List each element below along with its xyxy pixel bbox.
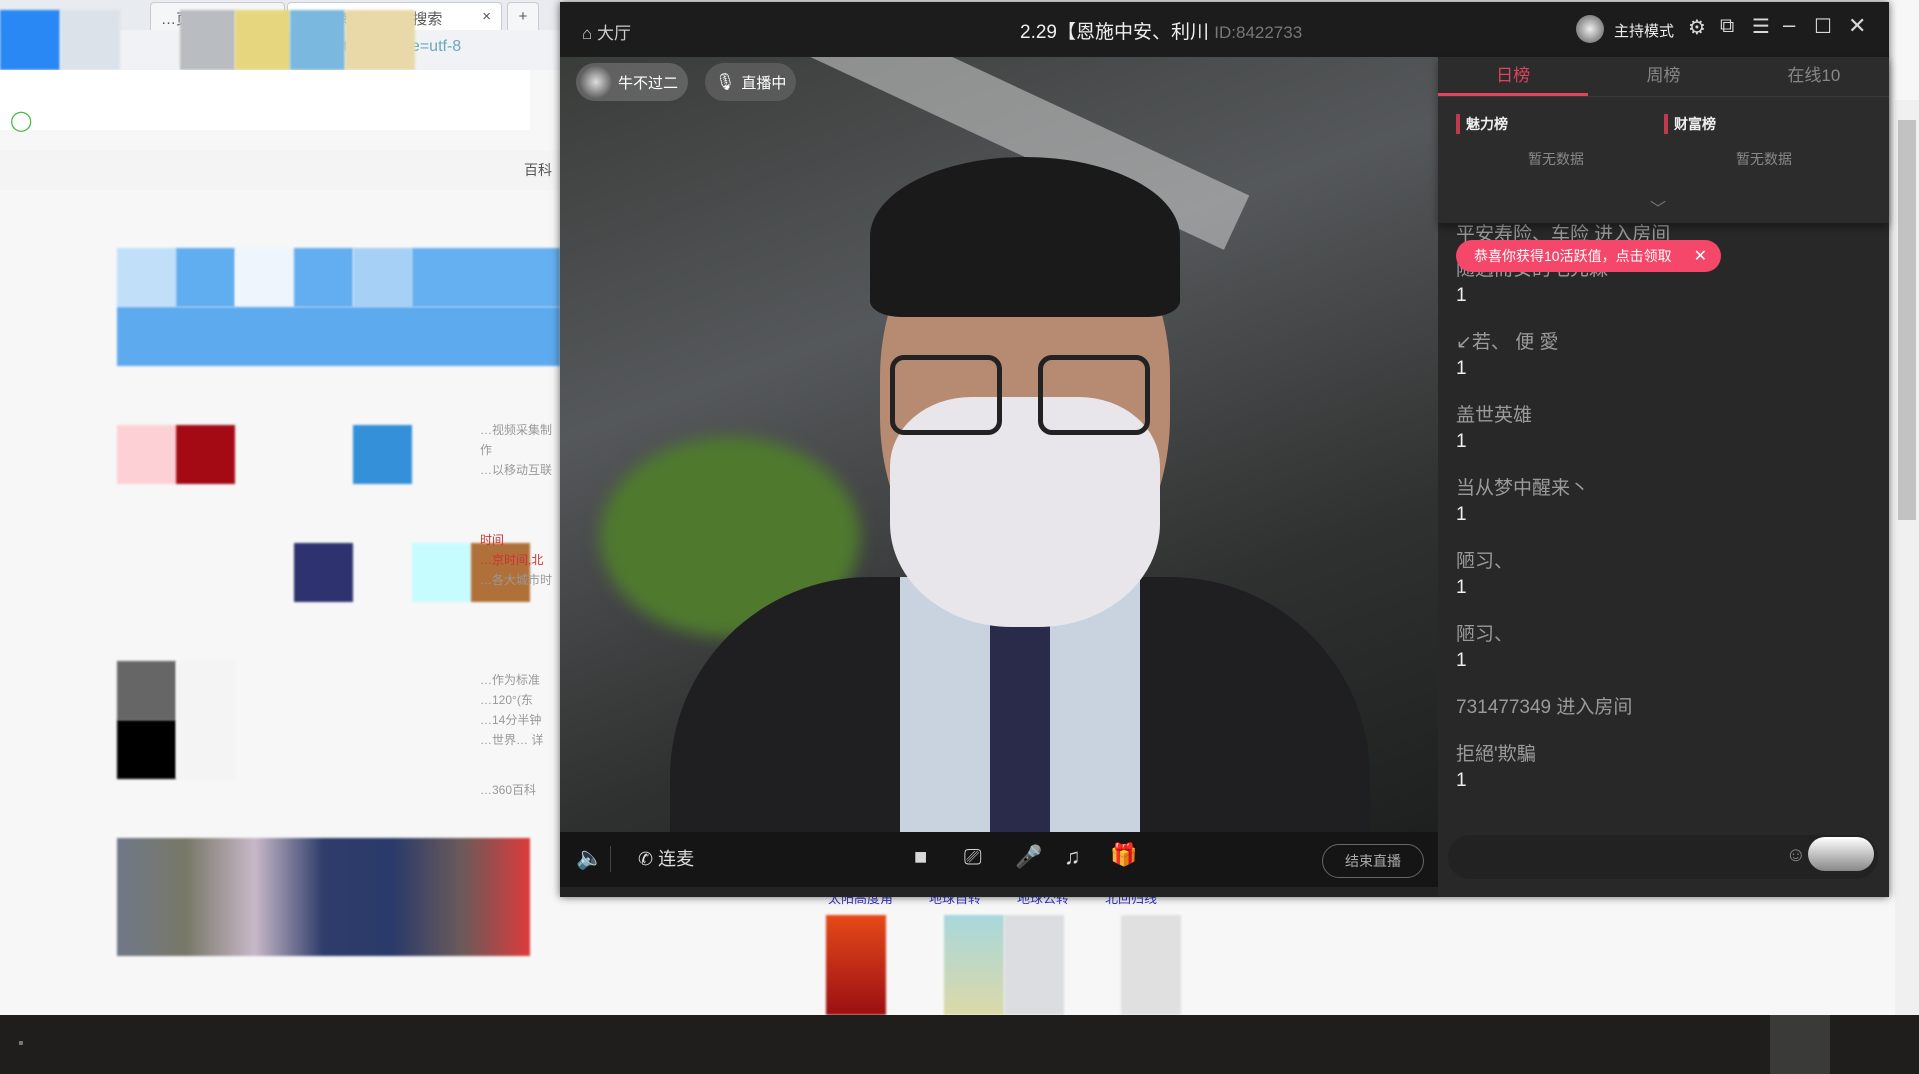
search-logo-icon: ◯ [10, 110, 33, 132]
chat-input[interactable]: ☺ [1448, 835, 1878, 879]
page-scrollbar[interactable] [1895, 100, 1919, 1015]
bottom-toolbar: 🔈 ✆ 连麦 ■ ⎚ 🎤 ♫ 🎁 结束直播 [560, 832, 1438, 887]
home-icon: ⌂ [582, 24, 593, 43]
search-snippets: …视频采集制作 …以移动互联 时间 …京时间,北 …各大城市时 …作为标准 …120°(… [480, 423, 553, 797]
emoji-icon[interactable]: ☺ [1786, 844, 1806, 867]
video-feed: 牛不过二 🎙 直播中 [560, 57, 1438, 832]
avatar[interactable] [1576, 15, 1604, 43]
wealth-rank-title: 财富榜 [1664, 114, 1716, 134]
chat-item: 陋习、 1 [1456, 551, 1514, 598]
microphone-icon: 🎙 [715, 74, 736, 91]
host-mode-label[interactable]: 主持模式 [1614, 20, 1674, 41]
volume-icon[interactable]: 🔈 [576, 845, 603, 871]
charm-rank-title: 魅力榜 [1456, 114, 1508, 134]
close-icon[interactable]: ✕ [1694, 246, 1707, 266]
host-badge[interactable]: 牛不过二 [576, 63, 689, 101]
taskbar: ▪ [0, 1015, 1919, 1074]
wealth-rank-empty: 暂无数据 [1736, 151, 1792, 167]
taskbar-app[interactable] [1770, 1015, 1830, 1074]
maximize-icon[interactable]: ☐ [1814, 14, 1832, 39]
rank-tabs: 日榜 周榜 在线10 [1438, 57, 1889, 97]
settings-icon[interactable]: ⚙ [1688, 15, 1706, 40]
camera-icon[interactable]: ■ [914, 844, 927, 870]
charm-rank-empty: 暂无数据 [1528, 151, 1584, 167]
end-live-button[interactable]: 结束直播 [1322, 844, 1424, 878]
reward-toast[interactable]: 恭喜你获得10活跃值，点击领取 ✕ [1456, 240, 1721, 272]
side-panel: 日榜 周榜 在线10 魅力榜 暂无数据 财富榜 暂无数据 ﹀ 平安寿险、车险 进… [1438, 57, 1889, 897]
microphone-icon[interactable]: 🎤 [1015, 844, 1042, 870]
live-status-badge: 🎙 直播中 [705, 63, 797, 101]
chat-item: ↙若、 便 愛1 [1456, 332, 1559, 379]
minimize-icon[interactable]: – [1783, 12, 1795, 38]
chat-entry: 731477349 进入房间 [1456, 697, 1633, 718]
room-id: ID:8422733 [1214, 23, 1303, 42]
music-icon[interactable]: ♫ [1064, 844, 1081, 870]
popout-icon[interactable]: ⧉ [1720, 15, 1734, 38]
tab-daily[interactable]: 日榜 [1438, 57, 1589, 96]
send-button[interactable] [1808, 837, 1874, 871]
new-tab-button[interactable]: + [507, 2, 539, 30]
chat-item: 陋习、 1 [1456, 624, 1514, 671]
room-title: 2.29【恩施中安、利川 ID:8422733 [1020, 22, 1303, 43]
chat-item: 盖世英雄 1 [1456, 405, 1533, 452]
nav-baike[interactable]: 百科 [524, 160, 552, 180]
live-window: ⌂ 大厅 2.29【恩施中安、利川 ID:8422733 主持模式 ⚙ ⧉ ☰ … [560, 2, 1889, 897]
chat-item: 拒絕'欺騙 1 [1456, 744, 1536, 791]
title-bar: ⌂ 大厅 2.29【恩施中安、利川 ID:8422733 主持模式 ⚙ ⧉ ☰ … [560, 2, 1889, 57]
host-avatar [580, 66, 612, 98]
menu-icon[interactable]: ☰ [1752, 14, 1770, 39]
tab-weekly[interactable]: 周榜 [1588, 57, 1738, 96]
link-mic-button[interactable]: ✆ 连麦 [638, 845, 694, 871]
phone-icon: ✆ [638, 849, 654, 869]
expand-chevron-icon[interactable]: ﹀ [1650, 195, 1666, 219]
screen-share-icon[interactable]: ⎚ [964, 844, 982, 870]
close-icon[interactable]: ✕ [1848, 13, 1866, 39]
tab-online[interactable]: 在线10 [1739, 57, 1889, 96]
search-box[interactable]: ◯ [0, 70, 530, 132]
home-button[interactable]: ⌂ 大厅 [582, 19, 631, 44]
start-icon[interactable]: ▪ [18, 1035, 24, 1053]
gift-icon[interactable]: 🎁 [1110, 842, 1137, 868]
chat-item: 当从梦中醒来丶 1 [1456, 478, 1590, 525]
chat-list: 平安寿险、车险 进入房间 随遇而安的毛先森1 ↙若、 便 愛1 盖世英雄1 当从… [1456, 223, 1876, 833]
